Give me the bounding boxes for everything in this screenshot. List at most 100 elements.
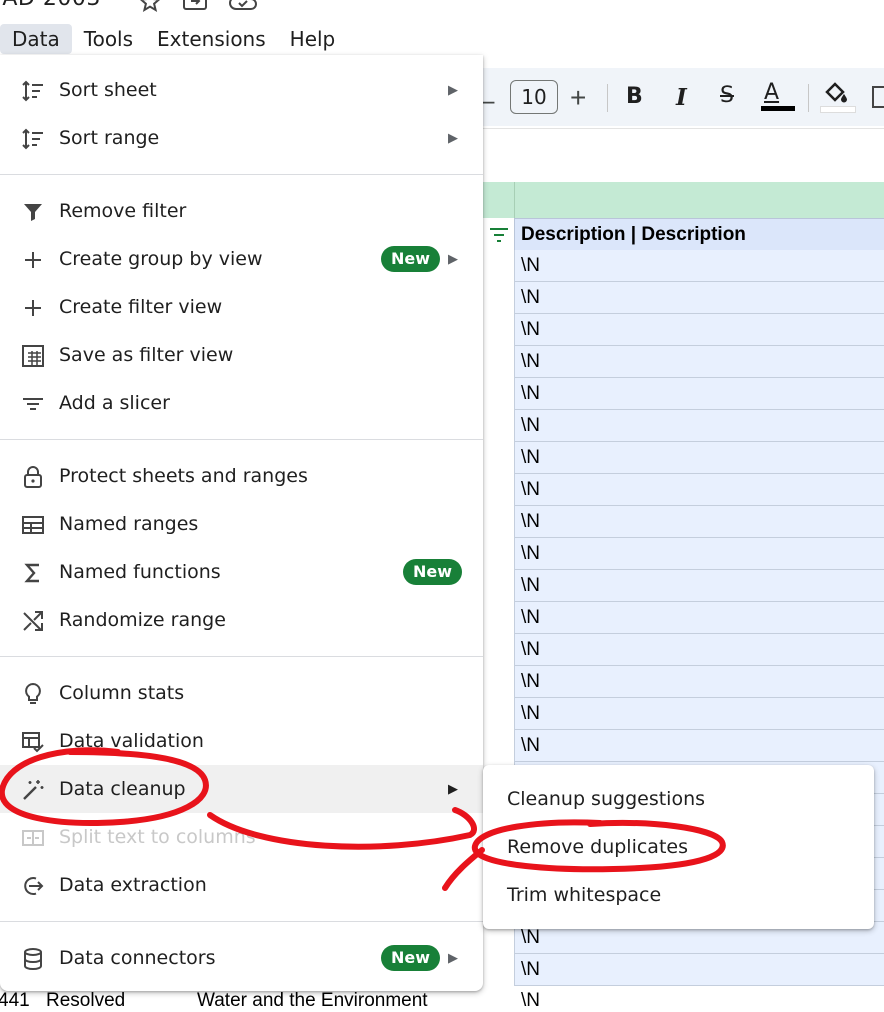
text-color-button[interactable]: A [764, 80, 779, 105]
menu-item-label: Named functions [59, 561, 221, 583]
menu-item-label: Remove filter [59, 200, 187, 222]
menu-item-named-functions[interactable]: Named functions New [0, 548, 483, 596]
data-menu: Sort sheet ▶ Sort range ▶ Remove filter … [0, 55, 483, 991]
increase-font-size-button[interactable]: + [570, 82, 586, 114]
description-cell[interactable]: \N [514, 474, 884, 506]
description-cell[interactable]: \N [514, 506, 884, 538]
submenu-arrow-icon: ▶ [448, 781, 458, 797]
menu-item-save-as-filter-view[interactable]: Save as filter view [0, 331, 483, 379]
slicer-icon [23, 398, 43, 410]
description-cell[interactable]: \N [514, 346, 884, 378]
menu-item-label: Column stats [59, 682, 185, 704]
strikethrough-button[interactable]: S [720, 83, 734, 108]
star-icon[interactable] [138, 0, 162, 14]
description-cell[interactable]: \N [514, 282, 884, 314]
menu-item-remove-filter[interactable]: Remove filter [0, 187, 483, 235]
submenu-arrow-icon: ▶ [448, 82, 458, 98]
filter-lines-icon[interactable] [488, 226, 510, 244]
description-cell[interactable]: \N [514, 954, 884, 986]
italic-button[interactable]: I [676, 84, 687, 111]
menu-item-protect-sheets[interactable]: Protect sheets and ranges [0, 452, 483, 500]
split-icon [22, 830, 44, 846]
menu-item-data-validation[interactable]: Data validation [0, 717, 483, 765]
menubar: Data Tools Extensions Help [0, 24, 347, 54]
menu-item-data-connectors[interactable]: Data connectors New ▶ [0, 934, 483, 982]
toolbar-divider [607, 84, 608, 112]
menu-item-sort-sheet[interactable]: Sort sheet ▶ [0, 66, 483, 114]
bold-button[interactable]: B [626, 84, 643, 109]
lock-icon [24, 466, 42, 488]
description-cell[interactable]: \N [514, 730, 884, 762]
menu-tools[interactable]: Tools [72, 24, 145, 54]
menu-item-label: Split text to columns [59, 826, 256, 848]
column-divider [514, 182, 515, 218]
cloud-saved-icon[interactable] [228, 0, 258, 14]
description-cell[interactable]: \N [514, 538, 884, 570]
data-cleanup-submenu: Cleanup suggestions Remove duplicates Tr… [483, 765, 874, 929]
menu-extensions[interactable]: Extensions [145, 24, 278, 54]
named-ranges-icon [22, 516, 44, 534]
description-cell[interactable]: \N [514, 378, 884, 410]
sort-icon [22, 80, 43, 102]
menu-item-label: Sort range [59, 127, 160, 149]
description-cell[interactable]: \N [514, 570, 884, 602]
save-filter-view-icon [22, 345, 44, 367]
menu-item-label: Save as filter view [59, 344, 234, 366]
menu-item-create-filter-view[interactable]: Create filter view [0, 283, 483, 331]
menu-item-label: Add a slicer [59, 392, 170, 414]
menu-item-label: Protect sheets and ranges [59, 465, 308, 487]
menu-data[interactable]: Data [0, 24, 72, 54]
description-cell[interactable]: \N [514, 602, 884, 634]
description-cell[interactable]: \N [514, 698, 884, 730]
menu-item-sort-range[interactable]: Sort range ▶ [0, 114, 483, 162]
submenu-arrow-icon: ▶ [448, 251, 458, 267]
menu-item-column-stats[interactable]: Column stats [0, 669, 483, 717]
data-validation-icon [22, 732, 44, 753]
menu-item-data-extraction[interactable]: Data extraction [0, 861, 483, 909]
submenu-item-cleanup-suggestions[interactable]: Cleanup suggestions [507, 788, 705, 810]
sort-icon [22, 128, 43, 150]
description-cell[interactable]: \N [514, 314, 884, 346]
plus-icon [25, 300, 41, 316]
data-extraction-icon [24, 877, 44, 895]
sigma-icon [24, 563, 39, 583]
menu-item-create-group-by-view[interactable]: Create group by view New ▶ [0, 235, 483, 283]
submenu-arrow-icon: ▶ [448, 950, 458, 966]
fill-color-swatch [820, 106, 856, 113]
description-cell[interactable]: \N [514, 666, 884, 698]
menu-item-label: Create filter view [59, 296, 223, 318]
menu-item-data-cleanup[interactable]: Data cleanup ▶ [0, 765, 483, 813]
borders-icon[interactable] [872, 86, 884, 108]
menu-item-randomize-range[interactable]: Randomize range [0, 596, 483, 644]
menu-item-label: Data connectors [59, 947, 216, 969]
text-color-swatch [761, 106, 795, 111]
submenu-item-remove-duplicates[interactable]: Remove duplicates [507, 836, 688, 858]
menu-item-label: Randomize range [59, 609, 226, 631]
description-cell[interactable]: \N [514, 442, 884, 474]
description-cell[interactable]: \N [514, 250, 884, 282]
new-badge: New [381, 945, 441, 971]
fill-color-icon[interactable] [822, 80, 850, 106]
description-cell[interactable]: \N [514, 410, 884, 442]
submenu-item-trim-whitespace[interactable]: Trim whitespace [507, 884, 661, 906]
shuffle-icon [23, 611, 43, 631]
menu-item-named-ranges[interactable]: Named ranges [0, 500, 483, 548]
menu-divider [0, 439, 483, 440]
menu-divider [0, 656, 483, 657]
plus-icon [25, 252, 41, 268]
title-icons [138, 0, 258, 14]
menu-item-label: Data cleanup [59, 778, 186, 800]
database-icon [24, 948, 42, 971]
move-icon[interactable] [182, 0, 208, 14]
font-size-input[interactable]: 10 [510, 80, 558, 114]
document-title[interactable]: PAD 2003 [0, 0, 101, 11]
filter-icon [24, 204, 42, 221]
menu-item-split-text-to-columns: Split text to columns [0, 813, 483, 861]
column-header-description: Description | Description [521, 224, 746, 245]
menu-item-add-slicer[interactable]: Add a slicer [0, 379, 483, 427]
menu-item-label: Sort sheet [59, 79, 157, 101]
submenu-arrow-icon: ▶ [448, 130, 458, 146]
menu-item-label: Data validation [59, 730, 204, 752]
description-cell[interactable]: \N [514, 634, 884, 666]
menu-help[interactable]: Help [278, 24, 348, 54]
